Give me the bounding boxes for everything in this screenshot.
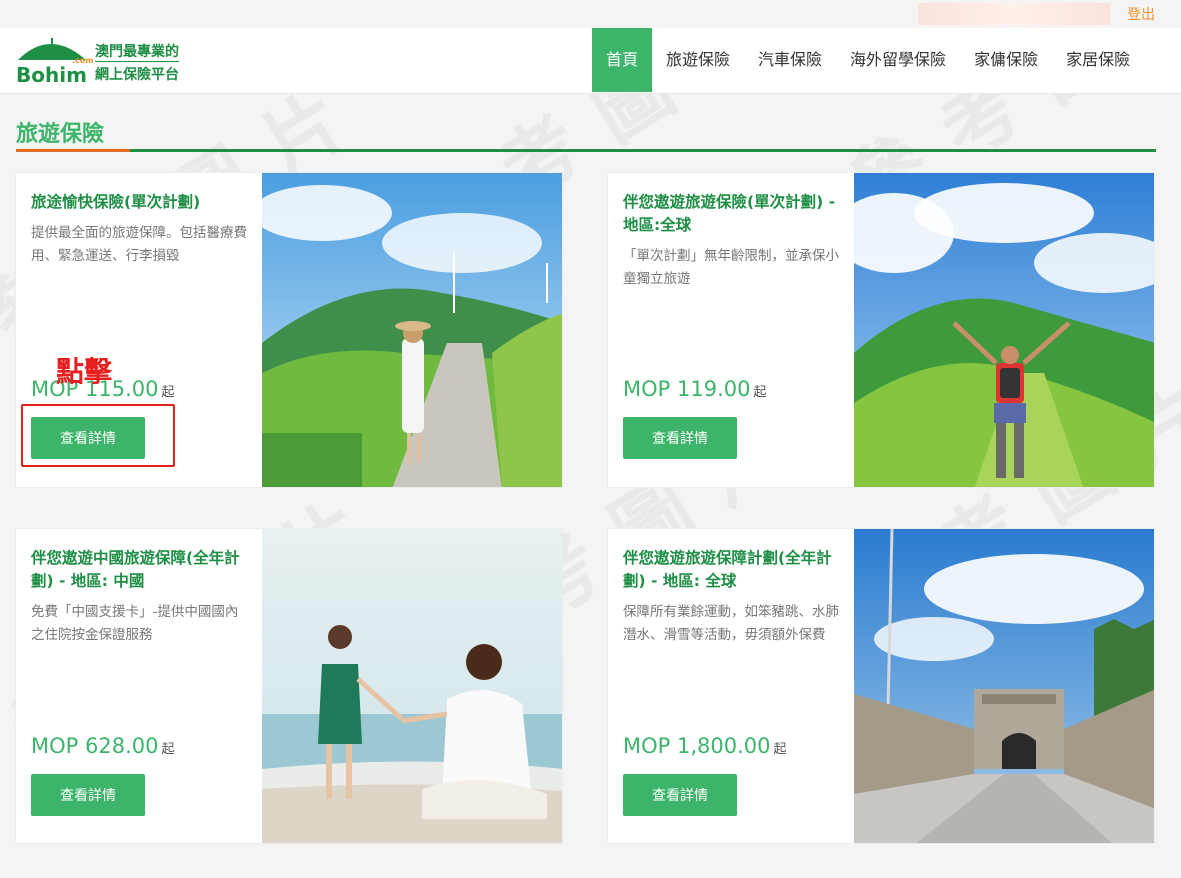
price-value: MOP 628.00 <box>31 734 159 758</box>
site-logo[interactable]: Bohim .com 澳門最專業的 網上保險平台 <box>16 36 191 88</box>
nav-item-home-insurance[interactable]: 家居保險 <box>1052 28 1144 92</box>
price-value: MOP 1,800.00 <box>623 734 771 758</box>
nav-item-student-insurance[interactable]: 海外留學保險 <box>836 28 960 92</box>
product-photo <box>854 173 1154 487</box>
product-price: MOP 1,800.00 起 <box>623 734 787 758</box>
view-details-button[interactable]: 查看詳情 <box>623 774 737 816</box>
product-card-info: 伴您遨遊中國旅遊保障(全年計劃) - 地區: 中國 免費「中國支援卡」-提供中國… <box>16 529 262 843</box>
site-header: Bohim .com 澳門最專業的 網上保險平台 首頁 旅遊保險 汽車保險 海外… <box>0 28 1181 94</box>
product-title[interactable]: 伴您遨遊旅遊保障計劃(全年計劃) - 地區: 全球 <box>623 547 839 593</box>
product-card: 伴您遨遊旅遊保險(單次計劃) - 地區:全球 「單次計劃」無年齡限制，並承保小童… <box>607 172 1155 488</box>
logo-wordmark: Bohim <box>16 63 87 87</box>
price-unit: 起 <box>773 742 787 757</box>
product-photo <box>854 529 1154 843</box>
price-value: MOP 119.00 <box>623 377 751 401</box>
nav-item-domestic-helper-insurance[interactable]: 家傭保險 <box>960 28 1052 92</box>
logo-dotcom: .com <box>72 56 94 65</box>
logout-link[interactable]: 登出 <box>1127 4 1155 24</box>
product-photo <box>262 173 562 487</box>
annotation-highlight-box <box>21 404 175 467</box>
product-price: MOP 119.00 起 <box>623 377 766 401</box>
view-details-button[interactable]: 查看詳情 <box>31 774 145 816</box>
product-title[interactable]: 伴您遨遊中國旅遊保障(全年計劃) - 地區: 中國 <box>31 547 247 593</box>
product-description: 提供最全面的旅遊保障。包括醫療費用、緊急運送、行李損毀 <box>31 225 247 264</box>
product-card: 伴您遨遊旅遊保障計劃(全年計劃) - 地區: 全球 保障所有業餘運動，如笨豬跳、… <box>607 528 1155 844</box>
logo-slogan-line1: 澳門最專業的 <box>95 44 179 60</box>
nav-item-home[interactable]: 首頁 <box>592 28 653 92</box>
product-description: 「單次計劃」無年齡限制，並承保小童獨立旅遊 <box>623 248 839 287</box>
product-card-info: 伴您遨遊旅遊保險(單次計劃) - 地區:全球 「單次計劃」無年齡限制，並承保小童… <box>608 173 854 487</box>
product-description: 免費「中國支援卡」-提供中國國內之住院按金保證服務 <box>31 604 239 643</box>
price-unit: 起 <box>753 385 767 400</box>
logo-slogan-line2: 網上保險平台 <box>95 67 179 83</box>
blurred-username <box>918 3 1110 25</box>
price-unit: 起 <box>161 742 175 757</box>
top-bar: 登出 <box>0 0 1181 28</box>
product-photo <box>262 529 562 843</box>
section-divider <box>16 149 1156 152</box>
logo-divider <box>95 61 179 62</box>
section-divider-accent <box>16 149 130 152</box>
product-card-info: 伴您遨遊旅遊保障計劃(全年計劃) - 地區: 全球 保障所有業餘運動，如笨豬跳、… <box>608 529 854 843</box>
product-title[interactable]: 伴您遨遊旅遊保險(單次計劃) - 地區:全球 <box>623 191 839 237</box>
annotation-label: 點擊 <box>56 355 113 388</box>
nav-item-travel-insurance[interactable]: 旅遊保險 <box>652 28 744 92</box>
product-price: MOP 628.00 起 <box>31 734 174 758</box>
view-details-button[interactable]: 查看詳情 <box>623 417 737 459</box>
product-card: 伴您遨遊中國旅遊保障(全年計劃) - 地區: 中國 免費「中國支援卡」-提供中國… <box>15 528 563 844</box>
nav-item-motor-insurance[interactable]: 汽車保險 <box>744 28 836 92</box>
product-title[interactable]: 旅途愉快保險(單次計劃) <box>31 191 247 214</box>
price-unit: 起 <box>161 385 175 400</box>
main-nav: 首頁 旅遊保險 汽車保險 海外留學保險 家傭保險 家居保險 <box>592 28 1144 92</box>
section-title: 旅遊保險 <box>16 122 105 147</box>
product-description: 保障所有業餘運動，如笨豬跳、水肺潛水、滑雪等活動，毋須額外保費 <box>623 604 839 643</box>
